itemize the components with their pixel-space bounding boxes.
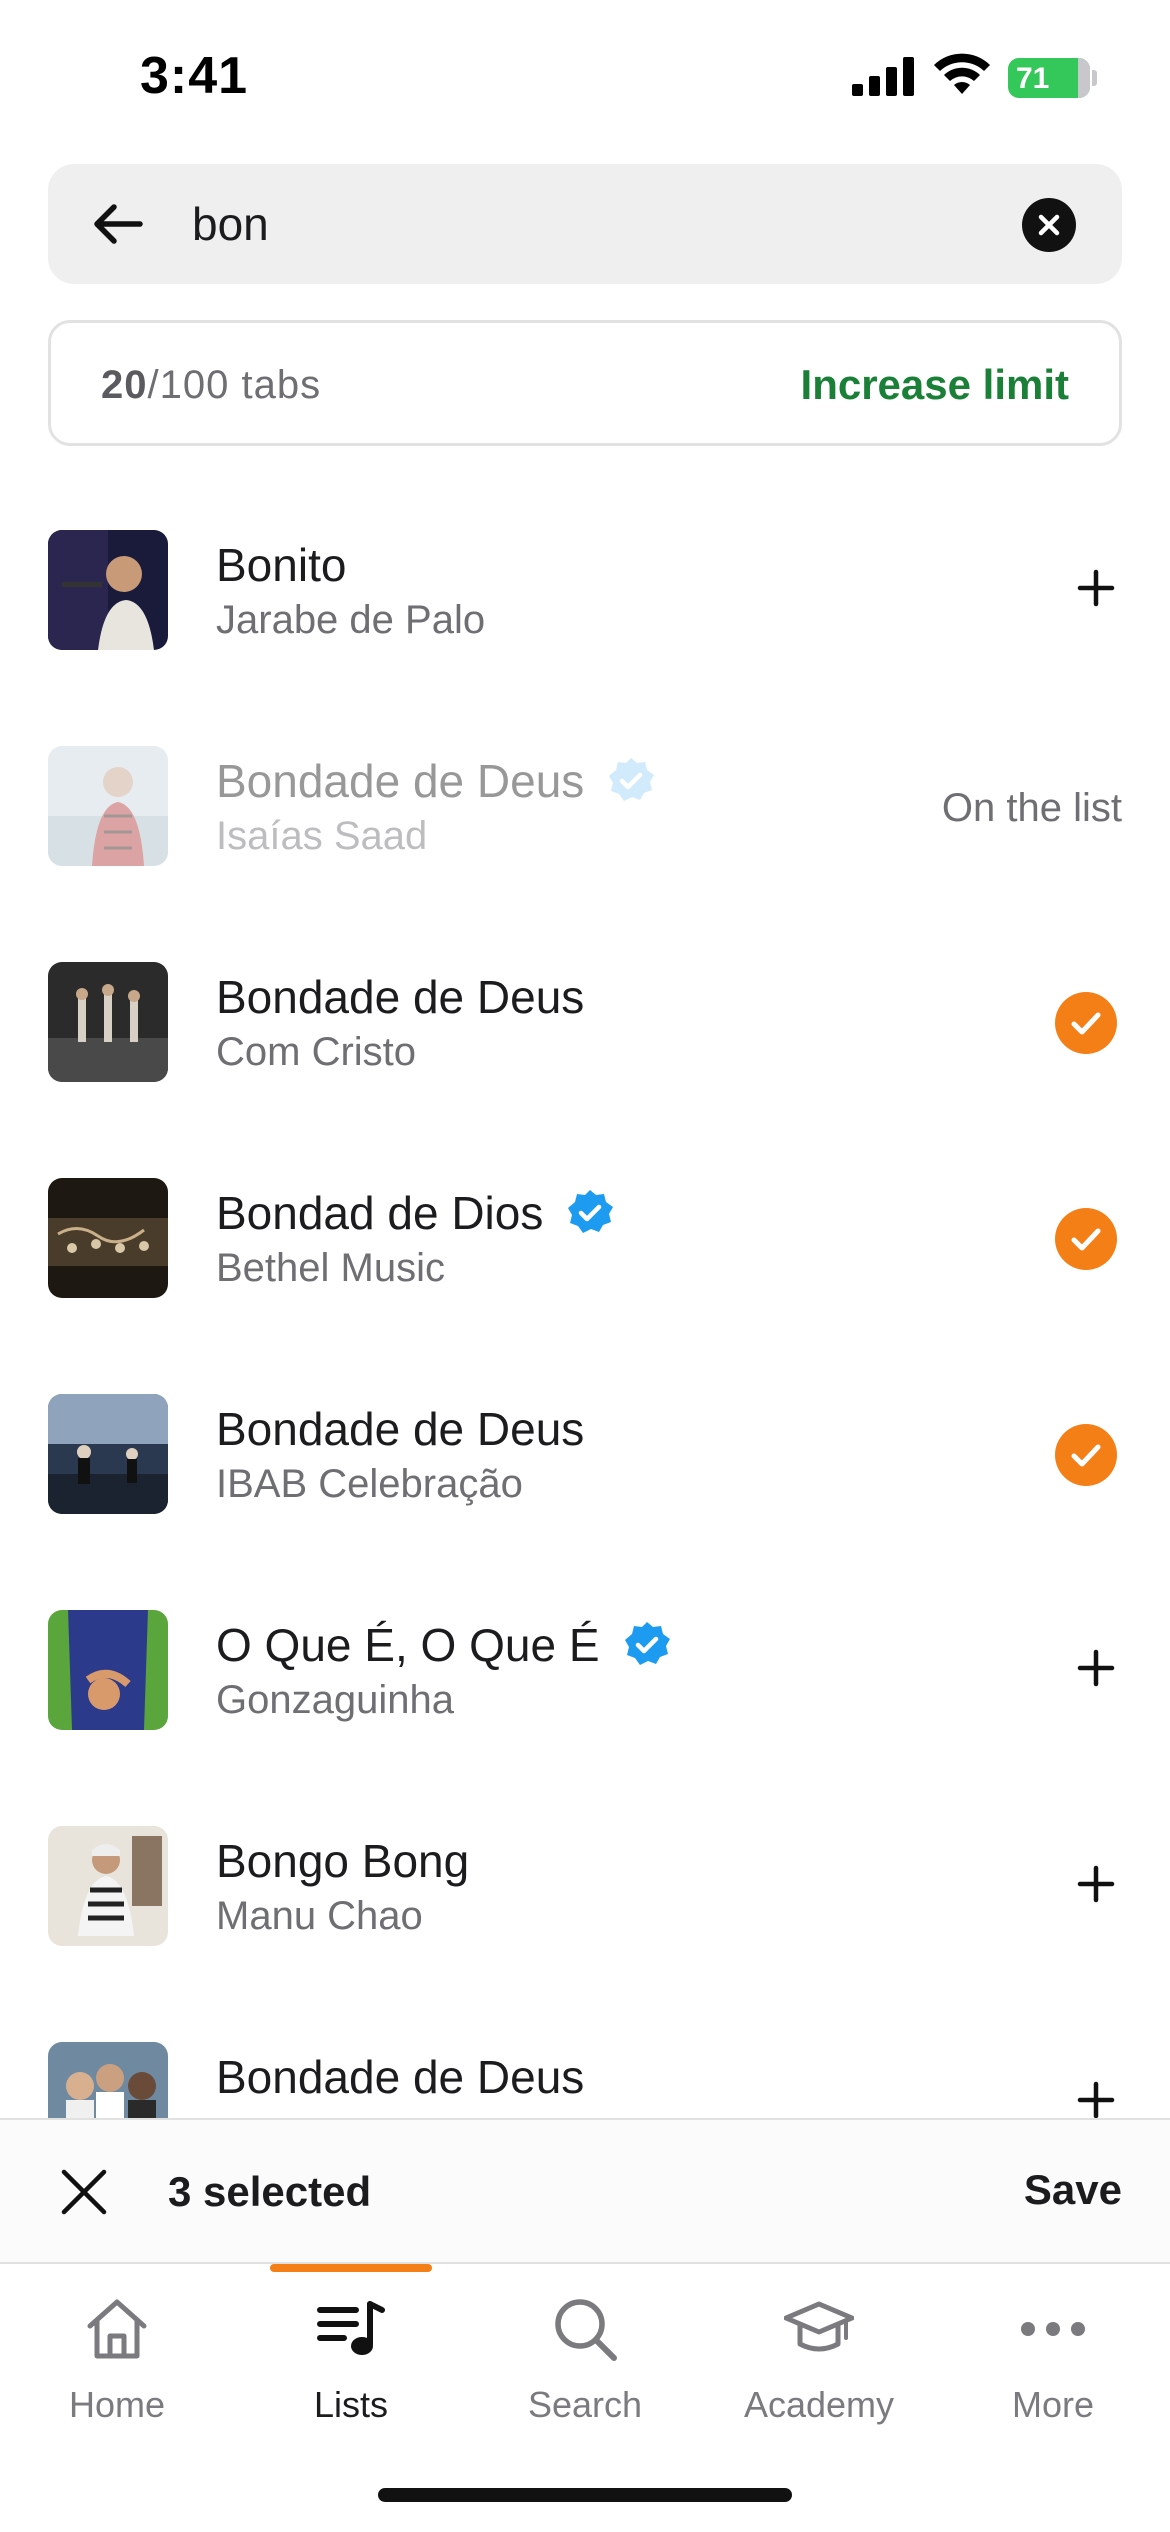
song-title: Bonito (216, 539, 347, 591)
selected-check-icon[interactable] (1055, 1424, 1117, 1486)
academy-icon (784, 2301, 854, 2352)
song-thumbnail (48, 2042, 168, 2118)
tab-limit-box: 20/100 tabs Increase limit (48, 320, 1122, 446)
more-icon (1021, 2322, 1085, 2336)
song-thumbnail (48, 1394, 168, 1514)
list-item[interactable]: Bondade de Deus IBAB Celebração (0, 1344, 1170, 1560)
increase-limit-link[interactable]: Increase limit (801, 361, 1069, 409)
song-thumbnail (48, 1610, 168, 1730)
search-bar (48, 164, 1122, 284)
song-thumbnail (48, 530, 168, 650)
on-the-list-label: On the list (941, 786, 1122, 830)
verified-badge-icon (565, 1188, 615, 1238)
song-thumbnail (48, 746, 168, 866)
song-thumbnail (48, 1178, 168, 1298)
song-list: Bonito Jarabe de Palo Bondade de Deus Is… (0, 480, 1170, 2118)
status-time: 3:41 (140, 47, 249, 105)
search-input[interactable] (192, 194, 992, 254)
back-arrow-icon[interactable] (88, 194, 148, 254)
song-title: Bondade de Deus (216, 2051, 585, 2103)
add-icon[interactable] (1072, 1644, 1120, 1692)
song-thumbnail (48, 1826, 168, 1946)
song-artist: Jarabe de Palo (216, 598, 486, 642)
add-icon[interactable] (1072, 564, 1120, 612)
tab-label: More (1011, 2384, 1095, 2425)
wifi-icon (934, 53, 990, 94)
battery-level: 71 (1016, 62, 1050, 95)
song-artist: Bethel Music (216, 1246, 445, 1290)
song-title: Bondade de Deus (216, 971, 585, 1023)
tab-search[interactable]: Search (468, 2294, 702, 2444)
close-icon[interactable] (58, 2166, 110, 2218)
tab-label: Home (68, 2384, 166, 2425)
tab-home[interactable]: Home (0, 2294, 234, 2444)
list-item: Bondade de Deus Isaías Saad On the list (0, 696, 1170, 912)
list-item[interactable]: Bonito Jarabe de Palo (0, 480, 1170, 696)
selected-check-icon[interactable] (1055, 992, 1117, 1054)
song-artist: IBAB Celebração (216, 1462, 523, 1506)
list-item[interactable]: Bongo Bong Manu Chao (0, 1776, 1170, 1992)
search-icon (555, 2299, 617, 2361)
song-title: Bondade de Deus (216, 1403, 585, 1455)
song-artist: Manu Chao (216, 1894, 423, 1938)
song-title: Bongo Bong (216, 1835, 470, 1887)
list-item[interactable]: Bondade de Deus (0, 1992, 1170, 2118)
status-bar: 3:41 71 (0, 0, 1170, 150)
active-tab-indicator (270, 2264, 432, 2272)
battery-icon: 71 (1008, 58, 1090, 98)
cellular-signal-icon (852, 57, 914, 96)
tab-lists[interactable]: Lists (234, 2294, 468, 2444)
song-title: O Que É, O Que É (216, 1618, 672, 1672)
verified-badge-icon (622, 1620, 672, 1670)
add-icon[interactable] (1072, 1860, 1120, 1908)
song-title: Bondade de Deus (216, 754, 656, 808)
list-item[interactable]: Bondad de Dios Bethel Music (0, 1128, 1170, 1344)
save-button[interactable]: Save (1024, 2166, 1122, 2214)
song-title: Bondad de Dios (216, 1186, 615, 1240)
selected-count: 3 selected (168, 2168, 372, 2215)
song-artist: Isaías Saad (216, 814, 428, 858)
add-icon[interactable] (1072, 2076, 1120, 2118)
selection-bar: 3 selected Save (0, 2118, 1170, 2264)
tab-more[interactable]: More (936, 2294, 1170, 2444)
song-thumbnail (48, 962, 168, 1082)
home-icon (87, 2299, 147, 2359)
verified-badge-icon (606, 756, 656, 806)
list-item[interactable]: Bondade de Deus Com Cristo (0, 912, 1170, 1128)
tab-academy[interactable]: Academy (702, 2294, 936, 2444)
list-item[interactable]: O Que É, O Que É Gonzaguinha (0, 1560, 1170, 1776)
lists-icon (317, 2301, 385, 2355)
tab-limit-text: 20/100 tabs (101, 363, 322, 407)
tab-label: Academy (743, 2384, 895, 2425)
home-indicator[interactable] (378, 2488, 792, 2502)
selected-check-icon[interactable] (1055, 1208, 1117, 1270)
tab-label: Lists (313, 2384, 389, 2425)
song-artist: Gonzaguinha (216, 1678, 454, 1722)
clear-search-icon[interactable] (1022, 198, 1076, 252)
song-artist: Com Cristo (216, 1030, 417, 1074)
tab-label: Search (527, 2384, 643, 2425)
